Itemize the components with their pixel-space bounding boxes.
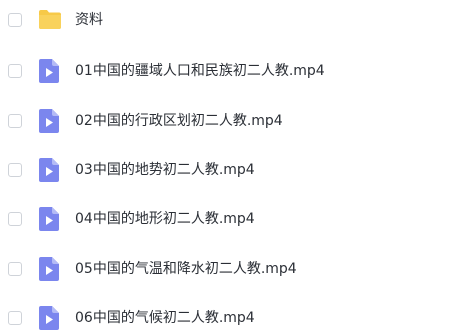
row-checkbox[interactable]: [8, 311, 22, 325]
row-checkbox[interactable]: [8, 212, 22, 226]
video-file-icon: [38, 108, 60, 134]
video-file-icon: [38, 58, 60, 84]
file-name[interactable]: 05中国的气温和降水初二人教.mp4: [75, 260, 297, 278]
file-name[interactable]: 03中国的地势初二人教.mp4: [75, 161, 255, 179]
file-name[interactable]: 资料: [75, 11, 103, 29]
file-name[interactable]: 04中国的地形初二人教.mp4: [75, 210, 255, 228]
file-row[interactable]: 01中国的疆域人口和民族初二人教.mp4: [0, 58, 467, 86]
file-row[interactable]: 06中国的气候初二人教.mp4: [0, 305, 467, 333]
file-row[interactable]: 03中国的地势初二人教.mp4: [0, 157, 467, 185]
file-name[interactable]: 02中国的行政区划初二人教.mp4: [75, 112, 283, 130]
file-name[interactable]: 06中国的气候初二人教.mp4: [75, 309, 255, 327]
video-file-icon: [38, 305, 60, 331]
row-checkbox[interactable]: [8, 64, 22, 78]
file-name[interactable]: 01中国的疆域人口和民族初二人教.mp4: [75, 62, 325, 80]
file-row-folder-ziliao[interactable]: 资料: [0, 7, 467, 35]
row-checkbox[interactable]: [8, 163, 22, 177]
file-row[interactable]: 02中国的行政区划初二人教.mp4: [0, 108, 467, 136]
row-checkbox[interactable]: [8, 262, 22, 276]
video-file-icon: [38, 256, 60, 282]
video-file-icon: [38, 157, 60, 183]
file-row[interactable]: 05中国的气温和降水初二人教.mp4: [0, 256, 467, 284]
video-file-icon: [38, 206, 60, 232]
row-checkbox[interactable]: [8, 114, 22, 128]
file-row[interactable]: 04中国的地形初二人教.mp4: [0, 206, 467, 234]
folder-icon: [38, 7, 61, 33]
row-checkbox[interactable]: [8, 13, 22, 27]
